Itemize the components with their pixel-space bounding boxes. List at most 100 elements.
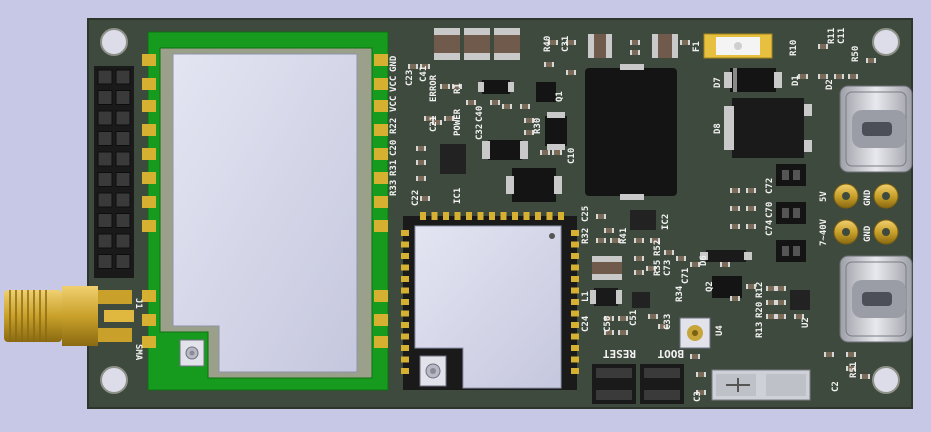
pin-header <box>94 66 134 278</box>
silk-q1: Q1 <box>555 91 565 102</box>
boot-button[interactable] <box>640 364 684 404</box>
smd-body <box>568 70 574 75</box>
header-pin <box>97 213 113 228</box>
esp-pad-top <box>431 212 438 220</box>
header-pin <box>97 254 113 269</box>
esp-pad-top <box>420 212 426 220</box>
silk-r51: R51 <box>849 362 859 378</box>
silk-sma: SMA <box>133 344 143 361</box>
smd-body <box>526 130 532 135</box>
smd-body <box>682 40 688 45</box>
esp-pad-left <box>401 356 409 363</box>
usb-c-connector-top <box>839 85 913 173</box>
module-pad-right <box>374 78 388 90</box>
esp-pad-left <box>401 310 409 317</box>
silk-power: POWER <box>453 108 463 136</box>
smd-body <box>748 188 754 193</box>
silk-c21: C21 <box>429 116 439 132</box>
esp-pad-left <box>401 299 409 305</box>
silk-j1: J1 <box>133 298 143 309</box>
silk-q2: Q2 <box>705 281 715 292</box>
silk-r41: R41 <box>619 228 629 244</box>
smd-body <box>526 118 532 123</box>
silk-7-40v: 7~40V <box>819 218 829 246</box>
esp-pad-right <box>571 276 579 282</box>
smd-body <box>692 262 698 267</box>
diode-d8 <box>724 98 812 158</box>
silk-c51: C51 <box>629 310 639 326</box>
silk-d2: D2 <box>825 79 835 90</box>
header-pin <box>115 151 131 167</box>
jumper-headers <box>776 164 806 262</box>
smd-body <box>636 270 642 275</box>
silk-c73: C73 <box>663 260 673 276</box>
smd-body <box>542 150 548 155</box>
esp-pad-top <box>512 212 518 220</box>
smd-body <box>418 160 424 165</box>
smd-body <box>778 286 784 291</box>
esp-pad-left <box>401 264 409 271</box>
silk-c74: C74 <box>765 219 775 236</box>
esp-pad-top <box>489 212 495 220</box>
smd-body <box>620 316 626 321</box>
silk-c20: C20 <box>389 140 399 156</box>
smd-body <box>418 176 424 181</box>
silk-boot: BOOT <box>657 347 684 360</box>
esp-pad-right <box>571 333 579 340</box>
silk-r11: R11 <box>827 28 837 44</box>
silk-r22: R22 <box>389 118 399 134</box>
smd-body <box>636 256 642 261</box>
module-pad-right <box>374 100 388 112</box>
smd-body <box>504 104 510 109</box>
esp-pad-right <box>571 241 579 248</box>
smd-body <box>410 64 416 69</box>
smd-body <box>732 188 738 193</box>
smd-body <box>778 314 784 319</box>
module-pad-left <box>142 172 156 184</box>
silk-r10: R10 <box>789 40 799 56</box>
smd-body <box>422 196 428 201</box>
smd-body <box>732 224 738 229</box>
header-pin <box>97 69 113 85</box>
silk-l1: L1 <box>581 291 591 302</box>
smd-body <box>722 262 728 267</box>
silk-r52: R52 <box>653 240 663 256</box>
silk-vcc-top: VCC <box>389 76 399 92</box>
esp-pad-right <box>571 310 579 317</box>
smd-body <box>850 74 856 79</box>
smd-body <box>418 146 424 151</box>
module-pad-left <box>142 100 156 112</box>
silk-f1: F1 <box>692 41 702 52</box>
smd-body <box>442 84 448 89</box>
silk-gnd-b: GND <box>863 225 873 242</box>
silk-d8: D8 <box>713 123 723 134</box>
smd-body <box>826 352 832 357</box>
smd-body <box>768 300 774 305</box>
header-pin <box>97 90 113 105</box>
header-pin <box>115 172 131 187</box>
smd-body <box>748 224 754 229</box>
esp-pad-top <box>443 212 449 220</box>
reset-button[interactable] <box>592 364 636 404</box>
silk-r33: R33 <box>389 180 399 196</box>
esp-pad-top <box>535 212 541 220</box>
module-pad-left <box>142 124 156 136</box>
module-pad-left <box>142 54 156 66</box>
silk-r30: R30 <box>533 118 543 134</box>
smd-body <box>522 104 528 109</box>
module-pad-left <box>142 196 156 208</box>
esp-pad-right <box>571 253 579 259</box>
module-pad-left <box>142 220 156 232</box>
silk-d7: D7 <box>713 77 723 88</box>
silk-error: ERROR <box>429 74 439 102</box>
module-pad-right <box>374 196 388 208</box>
mounting-hole-bottom-right <box>872 366 900 394</box>
silk-u4: U4 <box>715 325 725 336</box>
smd-body <box>820 44 826 49</box>
smd-body <box>748 284 754 289</box>
smd-body <box>666 250 672 255</box>
module-pad-left <box>142 314 156 326</box>
silk-c72: C72 <box>765 178 775 194</box>
pcb-board-render: GND VCC VCC R22 C20 R31 R33 C22 C23 C41 … <box>4 18 913 409</box>
silk-c50: C50 <box>603 316 613 332</box>
